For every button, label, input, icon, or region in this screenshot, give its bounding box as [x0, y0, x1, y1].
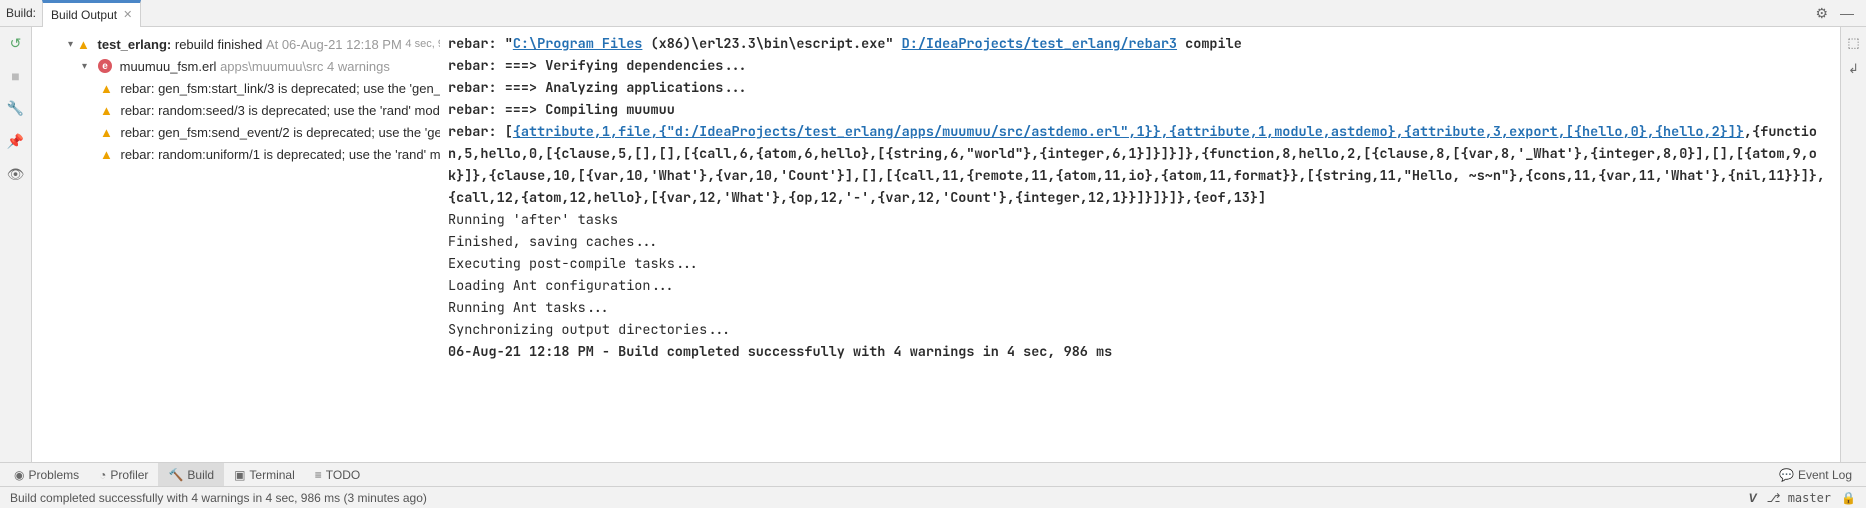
- tree-file[interactable]: ▾ e muumuu_fsm.erl apps\muumuu\src 4 war…: [32, 55, 440, 77]
- todo-icon: ≡: [315, 468, 322, 482]
- project-name: test_erlang:: [98, 37, 172, 52]
- file-name: muumuu_fsm.erl: [120, 59, 217, 74]
- tab-profiler[interactable]: ◔ Profiler: [89, 463, 158, 487]
- build-label: Build:: [6, 6, 36, 20]
- build-tree: ▾ ▲ test_erlang: rebuild finished At 06-…: [32, 27, 440, 462]
- gear-icon[interactable]: ⚙: [1815, 5, 1828, 22]
- status-message: Build completed successfully with 4 warn…: [10, 491, 427, 505]
- tree-warning[interactable]: ▲ rebar: gen_fsm:send_event/2 is depreca…: [32, 121, 440, 143]
- error-icon: e: [98, 59, 112, 73]
- vcs-widget[interactable]: V: [1749, 491, 1757, 505]
- stop-icon[interactable]: ■: [11, 68, 19, 84]
- build-timestamp: At 06-Aug-21 12:18 PM: [266, 37, 402, 52]
- tab-title: Build Output: [51, 8, 117, 22]
- minimize-icon[interactable]: —: [1840, 5, 1854, 21]
- warning-icon: ▲: [100, 147, 113, 162]
- warning-text: rebar: random:seed/3 is deprecated; use …: [121, 103, 441, 118]
- status-bar: Build completed successfully with 4 warn…: [0, 486, 1866, 508]
- console-output[interactable]: rebar: "C:\Program Files (x86)\erl23.3\b…: [440, 27, 1840, 462]
- path-link[interactable]: D:/IdeaProjects/test_erlang/rebar3: [902, 35, 1177, 53]
- speech-bubble-icon: 💬: [1779, 468, 1794, 482]
- tab-problems[interactable]: ◉ Problems: [4, 463, 89, 487]
- warning-icon: ▲: [100, 103, 113, 118]
- problems-icon: ◉: [14, 468, 24, 482]
- tool-window-tabs: ◉ Problems ◔ Profiler 🔨 Build ▣ Terminal…: [0, 462, 1866, 486]
- build-icon: 🔨: [168, 468, 183, 482]
- ast-link[interactable]: {attribute,1,file,{"d:/IdeaProjects/test…: [513, 123, 1744, 141]
- tab-terminal[interactable]: ▣ Terminal: [224, 463, 305, 487]
- lock-icon[interactable]: 🔒: [1841, 491, 1856, 505]
- scroll-icon[interactable]: ⬚: [1847, 35, 1859, 51]
- path-link[interactable]: C:\Program Files: [513, 35, 643, 53]
- build-duration: 4 sec, 986 ms: [405, 38, 440, 50]
- pin-icon[interactable]: 📌: [7, 133, 24, 150]
- tree-root[interactable]: ▾ ▲ test_erlang: rebuild finished At 06-…: [32, 33, 440, 55]
- file-path: apps\muumuu\src: [220, 59, 323, 74]
- chevron-down-icon[interactable]: ▾: [68, 39, 73, 50]
- tree-warning[interactable]: ▲ rebar: random:seed/3 is deprecated; us…: [32, 99, 440, 121]
- branch-icon[interactable]: ⎇ master: [1767, 491, 1831, 505]
- rerun-icon[interactable]: ↺: [10, 35, 22, 52]
- tree-warning[interactable]: ▲ rebar: gen_fsm:start_link/3 is depreca…: [32, 77, 440, 99]
- warning-icon: ▲: [100, 81, 113, 96]
- wrap-icon[interactable]: ↲: [1848, 61, 1859, 77]
- eye-icon[interactable]: 👁: [7, 166, 25, 183]
- warning-text: rebar: gen_fsm:send_event/2 is deprecate…: [121, 125, 441, 140]
- tree-warning[interactable]: ▲ rebar: random:uniform/1 is deprecated;…: [32, 143, 440, 165]
- left-gutter: ↺ ■ 🔧 📌 👁: [0, 27, 32, 462]
- main-area: ↺ ■ 🔧 📌 👁 ▾ ▲ test_erlang: rebuild finis…: [0, 27, 1866, 462]
- warning-count: 4 warnings: [327, 59, 390, 74]
- build-panel-header: Build: Build Output ✕ ⚙ —: [0, 0, 1866, 27]
- warning-icon: ▲: [77, 37, 90, 52]
- tab-todo[interactable]: ≡ TODO: [305, 463, 370, 487]
- warning-text: rebar: random:uniform/1 is deprecated; u…: [121, 147, 441, 162]
- wrench-icon[interactable]: 🔧: [7, 100, 24, 117]
- profiler-icon: ◔: [99, 468, 106, 482]
- warning-text: rebar: gen_fsm:start_link/3 is deprecate…: [121, 81, 441, 96]
- close-icon[interactable]: ✕: [123, 8, 132, 21]
- tab-build[interactable]: 🔨 Build: [158, 463, 224, 487]
- terminal-icon: ▣: [234, 468, 245, 482]
- event-log-button[interactable]: 💬 Event Log: [1779, 468, 1866, 482]
- tab-build-output[interactable]: Build Output ✕: [42, 0, 141, 27]
- build-status: rebuild finished: [175, 37, 262, 52]
- right-gutter: ⬚ ↲: [1840, 27, 1866, 462]
- warning-icon: ▲: [100, 125, 113, 140]
- chevron-down-icon[interactable]: ▾: [82, 61, 94, 72]
